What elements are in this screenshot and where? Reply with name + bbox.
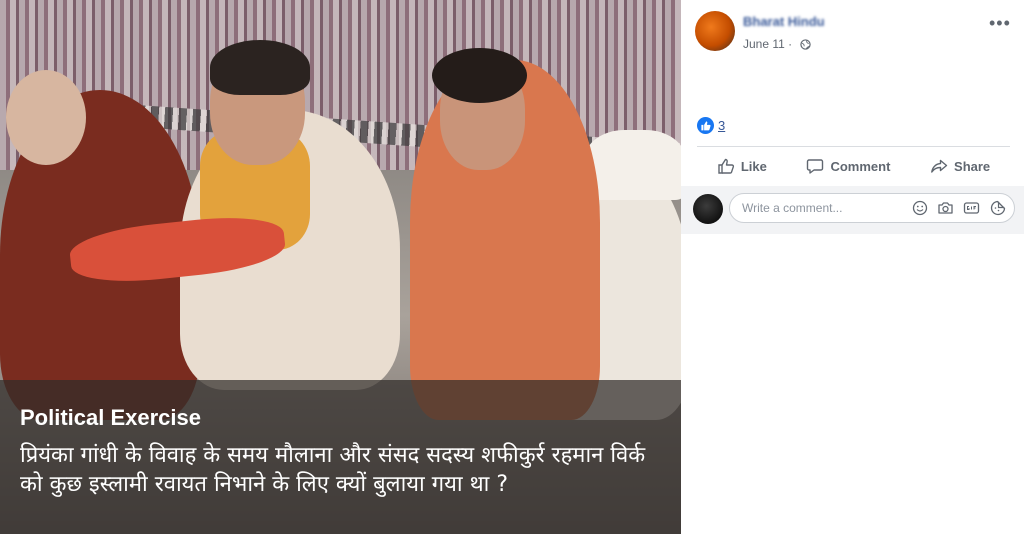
like-button[interactable]: Like: [717, 157, 767, 175]
comment-label: Comment: [830, 158, 891, 174]
thumbs-up-icon: [718, 158, 734, 174]
reactions-summary[interactable]: 3: [697, 115, 725, 135]
actions-top-divider: [697, 146, 1010, 147]
comment-composer: [681, 186, 1024, 234]
share-icon: [931, 159, 948, 173]
photo-figure-elder-cap: [585, 130, 681, 200]
like-label: Like: [740, 158, 767, 174]
author-avatar[interactable]: [695, 11, 735, 51]
comment-button[interactable]: Comment: [806, 157, 890, 175]
post-actions-bar: Like Comment Share: [697, 150, 1010, 182]
sticker-icon[interactable]: [989, 200, 1006, 217]
comment-input[interactable]: [740, 200, 904, 216]
photo-figure-man-hair: [210, 40, 310, 95]
post-meta: June 11 ·: [743, 37, 811, 53]
photo-figure-woman-left-head: [6, 70, 86, 165]
meta-separator: ·: [788, 37, 793, 51]
post-header: Bharat Hindu June 11 · •••: [681, 0, 1024, 70]
caption-title: Political Exercise: [20, 405, 201, 430]
globe-icon[interactable]: [799, 39, 811, 53]
comment-icon: [807, 159, 824, 174]
caption-text: प्रियंका गांधी के विवाह के समय मौलाना और…: [20, 443, 646, 497]
gif-icon[interactable]: [963, 200, 980, 217]
share-label: Share: [954, 158, 991, 174]
camera-icon[interactable]: [937, 200, 954, 217]
post-photo[interactable]: Political Exercise प्रियंका गांधी के विव…: [0, 0, 681, 534]
current-user-avatar[interactable]: [693, 194, 723, 224]
post-side-panel: Bharat Hindu June 11 · ••• 3 Like Commen…: [681, 0, 1024, 534]
photo-figure-bride-hair: [432, 48, 527, 103]
emoji-icon[interactable]: [911, 200, 928, 217]
more-options-button[interactable]: •••: [989, 14, 1011, 32]
post-date[interactable]: June 11: [743, 37, 785, 51]
share-button[interactable]: Share: [930, 157, 990, 175]
like-reaction-icon: [697, 116, 714, 134]
reaction-count[interactable]: 3: [718, 118, 725, 133]
comment-tools: [911, 200, 1006, 217]
comment-box[interactable]: [729, 193, 1015, 223]
author-name[interactable]: Bharat Hindu: [743, 14, 825, 29]
